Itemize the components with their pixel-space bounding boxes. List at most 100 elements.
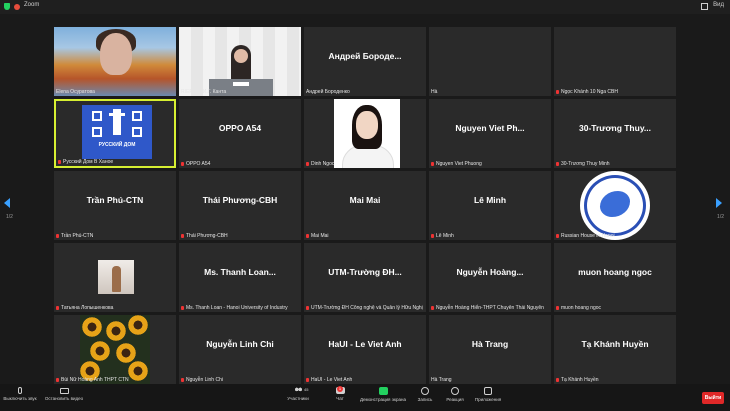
participant-tile[interactable]: Thái Phương-CBH Thái Phương-CBH: [179, 171, 301, 240]
apps-icon: [484, 387, 492, 395]
shield-icon: [4, 3, 10, 10]
participant-tile[interactable]: Nguyễn Hoàng... Nguyễn Hoàng Hiển-THPT C…: [429, 243, 551, 312]
participant-name: RIEF им. И.Г. Канта: [181, 89, 227, 95]
participant-tile[interactable]: UTM-Trường ĐH... UTM-Trường ĐH Công nghệ…: [304, 243, 426, 312]
logo-mark: [92, 127, 102, 137]
profile-photo: [334, 99, 400, 168]
participant-tile[interactable]: Hà Trang Hà Trang: [429, 315, 551, 384]
reactions-button[interactable]: Реакция: [442, 387, 468, 402]
participant-tile[interactable]: Trần Phú-CTN Trần Phú-CTN: [54, 171, 176, 240]
record-button[interactable]: Запись: [414, 387, 436, 402]
chat-badge: 1: [337, 386, 343, 392]
participants-icon: [293, 387, 303, 394]
participant-tile[interactable]: Lê Minh Lê Minh: [429, 171, 551, 240]
participant-name: Hà: [431, 89, 438, 95]
participant-display-name: Tạ Khánh Huyền: [581, 339, 649, 349]
participant-display-name: OPPO A54: [218, 123, 262, 133]
mic-muted-icon: [431, 306, 434, 310]
participant-tile[interactable]: Bùi Nữ Hoàng Anh THPT CTN: [54, 315, 176, 384]
mute-label: Выключить звук: [3, 396, 37, 401]
participant-tile[interactable]: Nguyễn Linh Chi Nguyễn Linh Chi: [179, 315, 301, 384]
participants-label: Участники: [287, 396, 309, 401]
participant-tile[interactable]: Татьяна Лопышенкова: [54, 243, 176, 312]
participant-tile[interactable]: Mai Mai Mai Mai: [304, 171, 426, 240]
mic-muted-icon: [306, 306, 309, 310]
participant-name: Tạ Khánh Huyền: [556, 377, 599, 383]
mic-muted-icon: [181, 234, 184, 238]
leave-button[interactable]: Выйти: [702, 392, 724, 404]
participant-tile[interactable]: Tạ Khánh Huyền Tạ Khánh Huyền: [554, 315, 676, 384]
participant-display-name: UTM-Trường ĐH...: [328, 267, 402, 277]
view-button[interactable]: Вид: [713, 2, 724, 8]
participant-tile-active-speaker[interactable]: РУССКИЙ ДОМ Русский Дом В Ханое: [54, 99, 176, 168]
reactions-label: Реакция: [446, 397, 464, 402]
participant-tile[interactable]: OPPO A54 OPPO A54: [179, 99, 301, 168]
participant-tile[interactable]: Elena Осуратова: [54, 27, 176, 96]
participant-name: Nguyen Viet Phuong: [431, 161, 482, 167]
sunflower-background: [80, 315, 150, 384]
mic-muted-icon: [556, 306, 559, 310]
participant-display-name: Mai Mai: [349, 195, 381, 205]
page-indicator-right: 1/2: [717, 214, 724, 220]
russian-house-emblem: [580, 171, 650, 240]
status-icon: [14, 4, 20, 10]
mic-muted-icon: [556, 234, 559, 238]
video-person-face: [100, 33, 132, 75]
chat-label: Чат: [336, 396, 344, 401]
participant-tile[interactable]: Ngọc Khánh 10 Nga CBH: [554, 27, 676, 96]
participant-display-name: Nguyễn Linh Chi: [206, 339, 274, 349]
participant-name: Trần Phú-CTN: [56, 233, 93, 239]
apps-button[interactable]: Приложения: [472, 387, 504, 402]
participant-display-name: Thái Phương-CBH: [202, 195, 278, 205]
participant-name: Elena Осуратова: [56, 89, 95, 95]
participant-name: Bùi Nữ Hoàng Anh THPT CTN: [56, 377, 129, 383]
chat-button[interactable]: 1 Чат: [330, 386, 350, 401]
grid-view-icon[interactable]: [701, 3, 708, 10]
page-indicator-left: 1/2: [6, 214, 13, 220]
participants-count: 45: [304, 387, 309, 392]
participant-tile[interactable]: Dinh Ngoc: [304, 99, 426, 168]
participant-display-name: 30-Trương Thuy...: [578, 123, 652, 133]
participant-name: Андрей Бороденко: [306, 89, 350, 95]
sunflower-icon: [106, 321, 126, 341]
russian-house-logo: РУССКИЙ ДОМ: [82, 105, 152, 159]
logo-text: РУССКИЙ ДОМ: [98, 142, 136, 148]
participant-name: Hà Trang: [431, 377, 452, 383]
participant-name: 30-Trương Thuy Minh: [556, 161, 610, 167]
participant-tile[interactable]: HaUI - Le Viet Anh HaUI - Le Viet Anh: [304, 315, 426, 384]
mute-button[interactable]: Выключить звук: [2, 387, 38, 401]
participant-display-name: Hà Trang: [471, 339, 509, 349]
participant-gallery: Elena Осуратова RIEF им. И.Г. Канта Андр…: [54, 27, 676, 384]
participant-name: HaUI - Le Viet Anh: [306, 377, 352, 383]
participant-tile[interactable]: muon hoang ngoc muon hoang ngoc: [554, 243, 676, 312]
participant-tile[interactable]: Nguyen Viet Ph... Nguyen Viet Phuong: [429, 99, 551, 168]
participant-tile[interactable]: Андрей Бороде... Андрей Бороденко: [304, 27, 426, 96]
photo-person: [112, 266, 121, 292]
video-nameplate: [233, 82, 249, 86]
share-screen-button[interactable]: Демонстрация экрана: [356, 387, 410, 402]
participant-tile[interactable]: Hà: [429, 27, 551, 96]
prev-page-button[interactable]: [4, 198, 14, 214]
sunflower-icon: [90, 341, 110, 361]
participant-tile[interactable]: 30-Trương Thuy... 30-Trương Thuy Minh: [554, 99, 676, 168]
stop-video-button[interactable]: Остановить видео: [42, 387, 86, 401]
participant-name: Lê Minh: [431, 233, 454, 239]
window-titlebar: Zoom Вид: [0, 0, 730, 14]
participant-tile[interactable]: Russian House in Hanoi: [554, 171, 676, 240]
window-title: Zoom: [24, 2, 40, 8]
logo-mark: [132, 127, 142, 137]
mic-muted-icon: [556, 162, 559, 166]
share-screen-icon: [378, 387, 388, 395]
participant-name: Thái Phương-CBH: [181, 233, 228, 239]
participant-display-name: muon hoang ngoc: [578, 267, 652, 277]
record-icon: [421, 387, 429, 395]
next-page-button[interactable]: [716, 198, 726, 214]
participants-button[interactable]: 45 Участники: [284, 387, 312, 401]
meeting-toolbar: Выключить звук Остановить видео 45 Участ…: [0, 384, 730, 411]
participant-tile[interactable]: RIEF им. И.Г. Канта: [179, 27, 301, 96]
participant-tile[interactable]: Ms. Thanh Loan... Ms. Thanh Loan - Hanoi…: [179, 243, 301, 312]
participant-name: Mai Mai: [306, 233, 329, 239]
apps-label: Приложения: [474, 397, 502, 402]
sunflower-icon: [82, 317, 102, 337]
participant-display-name: Nguyễn Hoàng...: [456, 267, 524, 277]
